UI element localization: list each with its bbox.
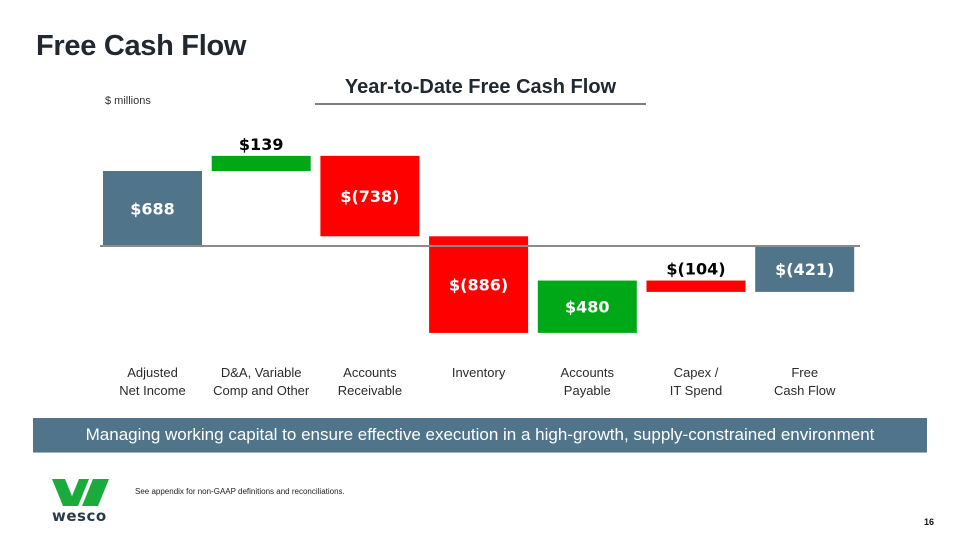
- data-label-1: $139: [239, 135, 284, 154]
- category-label-4-1: Payable: [564, 383, 611, 398]
- footnote: See appendix for non-GAAP definitions an…: [135, 487, 345, 496]
- category-label-6-0: Free: [791, 365, 818, 380]
- category-label-5-0: Capex /: [674, 365, 719, 380]
- category-label-1-1: Comp and Other: [213, 383, 310, 398]
- category-label-3-0: Inventory: [452, 365, 506, 380]
- data-label-2: $(738): [340, 187, 399, 206]
- category-label-6-1: Cash Flow: [774, 383, 836, 398]
- category-label-0-0: Adjusted: [127, 365, 178, 380]
- data-label-4: $480: [565, 298, 610, 317]
- bar-5: [646, 280, 746, 292]
- category-label-0-1: Net Income: [119, 383, 185, 398]
- bar-1: [211, 155, 311, 172]
- category-labels: Adjusted Net Income D&A, Variable Comp and …: [119, 365, 836, 398]
- data-label-0: $688: [130, 200, 175, 219]
- category-label-2-0: Accounts: [343, 365, 397, 380]
- data-label-5: $(104): [666, 260, 725, 279]
- data-label-6: $(421): [775, 260, 834, 279]
- category-label-5-1: IT Spend: [670, 383, 723, 398]
- wesco-w-logo-icon: [52, 479, 109, 506]
- page-number: 16: [924, 517, 935, 527]
- data-label-3: $(886): [449, 276, 508, 295]
- category-label-1-0: D&A, Variable: [221, 365, 302, 380]
- key-message-banner: Managing working capital to ensure effec…: [33, 418, 927, 453]
- waterfall-chart: $688 $139 $(738) $(886) $480 $(104) $(421) Adj…: [100, 135, 860, 398]
- bars-layer: [103, 155, 855, 333]
- category-label-4-0: Accounts: [561, 365, 615, 380]
- category-label-2-1: Receivable: [338, 383, 402, 398]
- logo-wordmark: wesco: [52, 507, 107, 525]
